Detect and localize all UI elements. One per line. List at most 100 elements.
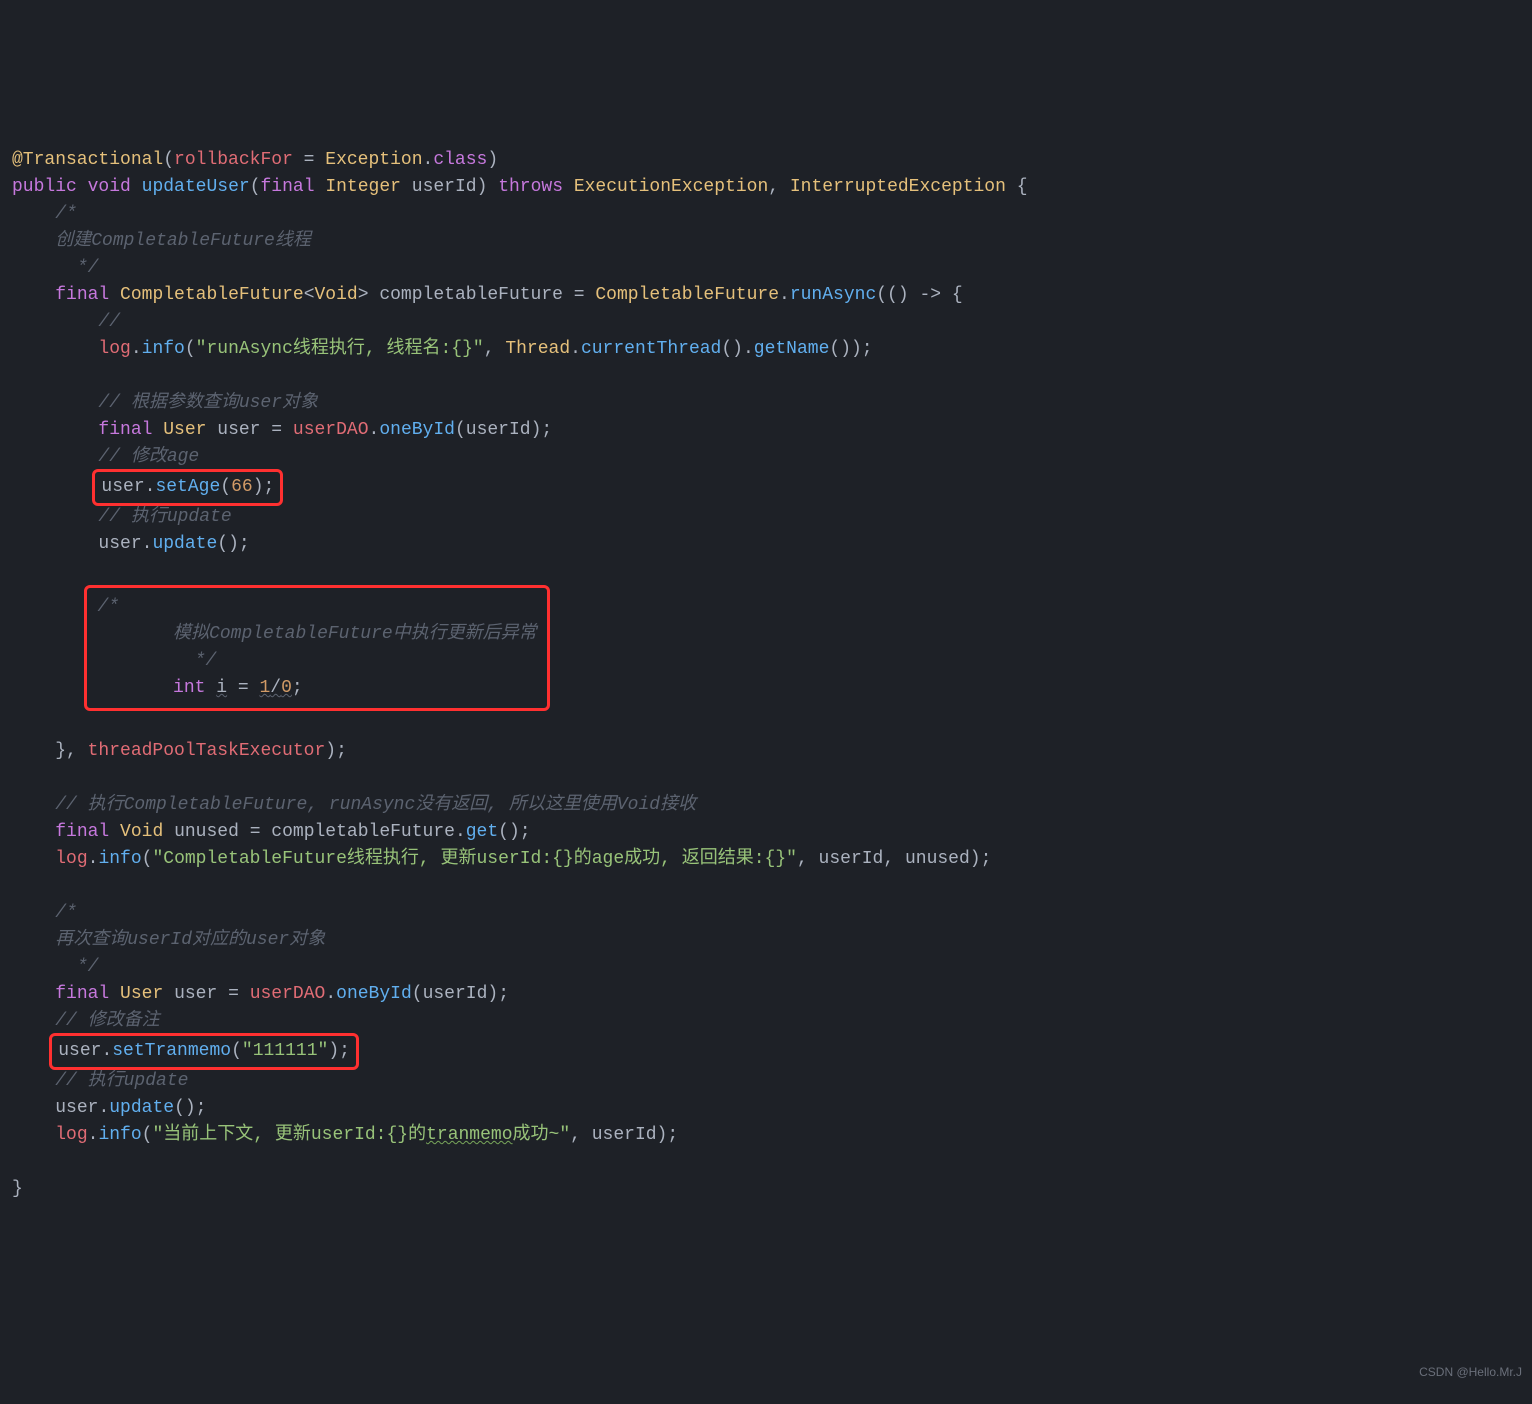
block-comment-open: /* <box>97 597 119 617</box>
type: Void <box>120 822 163 842</box>
variable: user <box>217 420 260 440</box>
highlight-box-exception: /* 模拟CompletableFuture中执行更新后异常 */ int i … <box>84 585 550 711</box>
block-comment-open: /* <box>55 903 77 923</box>
variable: user <box>174 984 217 1004</box>
lparen: ( <box>142 849 153 869</box>
block-comment-body: 模拟CompletableFuture中执行更新后异常 <box>173 624 537 644</box>
close: (); <box>498 822 530 842</box>
dot: . <box>570 339 581 359</box>
close: ); <box>253 477 275 497</box>
line-comment: // <box>98 312 120 332</box>
string-literal: "当前上下文, 更新userId:{}的 <box>152 1125 426 1145</box>
string-literal: "runAsync线程执行, 线程名:{}" <box>196 339 484 359</box>
close: ); <box>657 1125 679 1145</box>
equals: = <box>217 984 249 1004</box>
dot: . <box>145 477 156 497</box>
final-keyword: final <box>55 822 109 842</box>
dot: . <box>88 1125 99 1145</box>
thread-type: Thread <box>505 339 570 359</box>
method-name: updateUser <box>142 177 250 197</box>
string-literal: "CompletableFuture线程执行, 更新userId:{}的age成… <box>152 849 796 869</box>
dot: . <box>369 420 380 440</box>
rparen: ) <box>477 177 499 197</box>
param-type: Integer <box>325 177 401 197</box>
method-call: update <box>152 534 217 554</box>
close: (); <box>217 534 249 554</box>
comma: , <box>484 339 506 359</box>
lambda-close: }, <box>55 741 87 761</box>
close: ); <box>531 420 553 440</box>
line-comment: // 执行update <box>98 507 231 527</box>
close: ()); <box>829 339 872 359</box>
lparen: ( <box>231 1041 242 1061</box>
string-literal: 成功~" <box>513 1125 571 1145</box>
code-editor: @Transactional(rollbackFor = Exception.c… <box>12 120 1532 1203</box>
arg: userId <box>466 420 531 440</box>
variable: completableFuture <box>379 285 563 305</box>
lt: < <box>304 285 315 305</box>
typo-text: tranmemo <box>426 1125 512 1145</box>
lparen: ( <box>412 984 423 1004</box>
throws-keyword: throws <box>498 177 563 197</box>
type: CompletableFuture <box>120 285 304 305</box>
equals: = <box>239 822 271 842</box>
close: ); <box>328 1041 350 1061</box>
lparen: ( <box>220 477 231 497</box>
exception-type: Exception <box>325 150 422 170</box>
highlight-box-setage: user.setAge(66); <box>92 469 283 506</box>
number: 1 <box>259 678 270 698</box>
equals: = <box>261 420 293 440</box>
exception-type: InterruptedException <box>790 177 1006 197</box>
rparen: ) <box>487 150 498 170</box>
type-param: Void <box>315 285 358 305</box>
variable: user <box>98 534 141 554</box>
block-comment-body: 创建CompletableFuture线程 <box>55 231 311 251</box>
line-comment: // 执行CompletableFuture, runAsync没有返回, 所以… <box>55 795 696 815</box>
annotation: @Transactional <box>12 150 163 170</box>
exception-type: ExecutionException <box>574 177 768 197</box>
lparen: ( <box>142 1125 153 1145</box>
method-call: get <box>466 822 498 842</box>
dot: . <box>423 150 434 170</box>
block-comment-close: */ <box>66 957 98 977</box>
slash: / <box>270 678 281 698</box>
final-keyword: final <box>98 420 152 440</box>
close: (); <box>174 1098 206 1118</box>
named-arg: rollbackFor <box>174 150 293 170</box>
dot: . <box>779 285 790 305</box>
method-call: getName <box>754 339 830 359</box>
open-brace: { <box>1006 177 1028 197</box>
variable: user <box>55 1098 98 1118</box>
dot: . <box>88 849 99 869</box>
number-literal: 66 <box>231 477 253 497</box>
method-call: runAsync <box>790 285 876 305</box>
dot: . <box>98 1098 109 1118</box>
variable-i: i <box>216 678 227 698</box>
close-brace: } <box>12 1179 23 1199</box>
line-comment: // 修改age <box>98 447 199 467</box>
variable: user <box>58 1041 101 1061</box>
equals: = <box>293 150 325 170</box>
block-comment-close: */ <box>184 651 216 671</box>
lambda-open: (() -> { <box>876 285 962 305</box>
dot: . <box>325 984 336 1004</box>
method-call: info <box>98 1125 141 1145</box>
dot: . <box>455 822 466 842</box>
lparen: ( <box>455 420 466 440</box>
log-field: log <box>55 1125 87 1145</box>
arg: userId <box>423 984 488 1004</box>
line-comment: // 执行update <box>55 1071 188 1091</box>
variable: completableFuture <box>271 822 455 842</box>
method-call: setTranmemo <box>112 1041 231 1061</box>
method-call: update <box>109 1098 174 1118</box>
block-comment-open: /* <box>55 204 77 224</box>
type: CompletableFuture <box>595 285 779 305</box>
final-keyword: final <box>261 177 315 197</box>
comma: , <box>768 177 790 197</box>
method-call: info <box>142 339 185 359</box>
line-comment: // 根据参数查询user对象 <box>98 393 318 413</box>
dao-field: userDAO <box>293 420 369 440</box>
arg: unused <box>905 849 970 869</box>
equals: = <box>227 678 259 698</box>
dot: . <box>131 339 142 359</box>
